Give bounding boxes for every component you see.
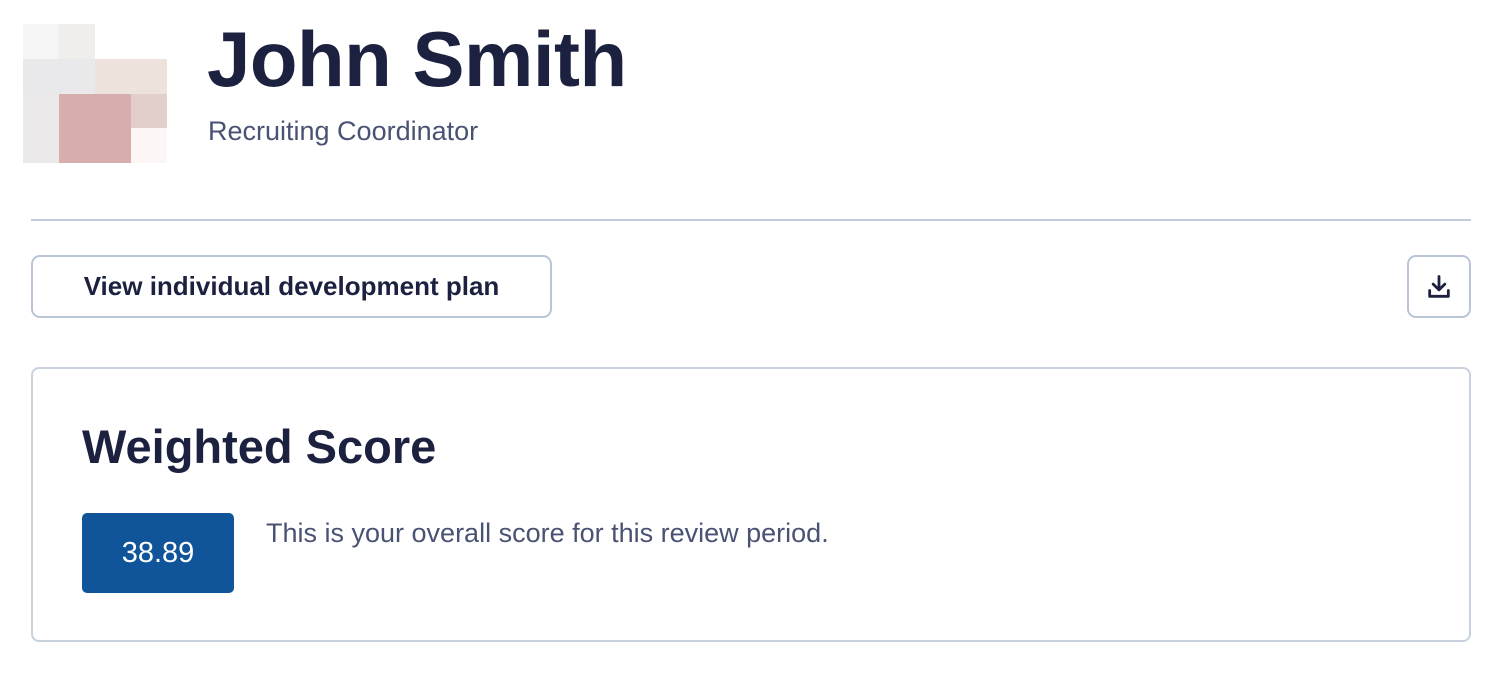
profile-name: John Smith (207, 15, 627, 103)
profile-role: Recruiting Coordinator (208, 116, 479, 146)
weighted-score-badge: 38.89 (82, 513, 234, 593)
download-button[interactable] (1407, 255, 1471, 318)
weighted-score-description: This is your overall score for this revi… (266, 518, 829, 548)
weighted-score-title: Weighted Score (82, 420, 437, 473)
download-icon (1428, 274, 1450, 298)
weighted-score-card: Weighted Score 38.89 This is your overal… (31, 367, 1471, 642)
header-divider (31, 219, 1471, 221)
view-idp-button[interactable]: View individual development plan (31, 255, 552, 318)
avatar (23, 24, 167, 163)
